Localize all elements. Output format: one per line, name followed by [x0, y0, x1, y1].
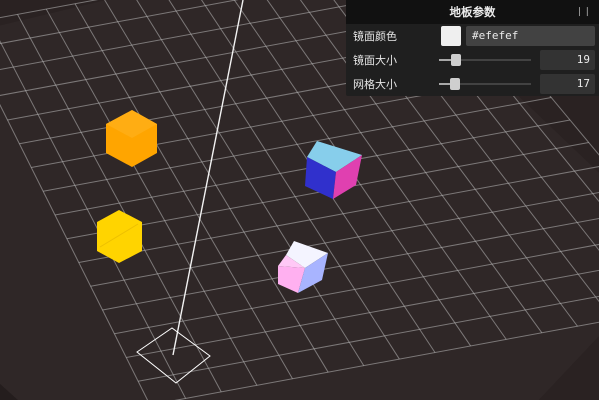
- collapse-icon[interactable]: ❘❘: [576, 0, 591, 24]
- mirror-color-label: 镜面颜色: [353, 30, 397, 43]
- grid-size-label: 网格大小: [353, 78, 397, 91]
- floor-params-panel: 地板参数 ❘❘ 镜面颜色 #efefef 镜面大小 19 网格大小 17: [346, 0, 599, 96]
- slider-knob[interactable]: [449, 78, 460, 90]
- grid-size-input[interactable]: 17: [540, 74, 595, 94]
- panel-title: 地板参数: [449, 5, 496, 19]
- panel-title-bar[interactable]: 地板参数 ❘❘: [346, 0, 599, 24]
- slider-knob[interactable]: [451, 54, 462, 66]
- mirror-color-input[interactable]: #efefef: [466, 26, 595, 46]
- grid-size-slider[interactable]: [439, 74, 531, 94]
- mirror-size-slider[interactable]: [439, 50, 531, 70]
- mirror-color-row: 镜面颜色 #efefef: [346, 24, 599, 48]
- grid-size-row: 网格大小 17: [346, 72, 599, 96]
- mirror-color-swatch[interactable]: [441, 26, 461, 46]
- mirror-size-row: 镜面大小 19: [346, 48, 599, 72]
- mirror-size-label: 镜面大小: [353, 54, 397, 67]
- mirror-size-input[interactable]: 19: [540, 50, 595, 70]
